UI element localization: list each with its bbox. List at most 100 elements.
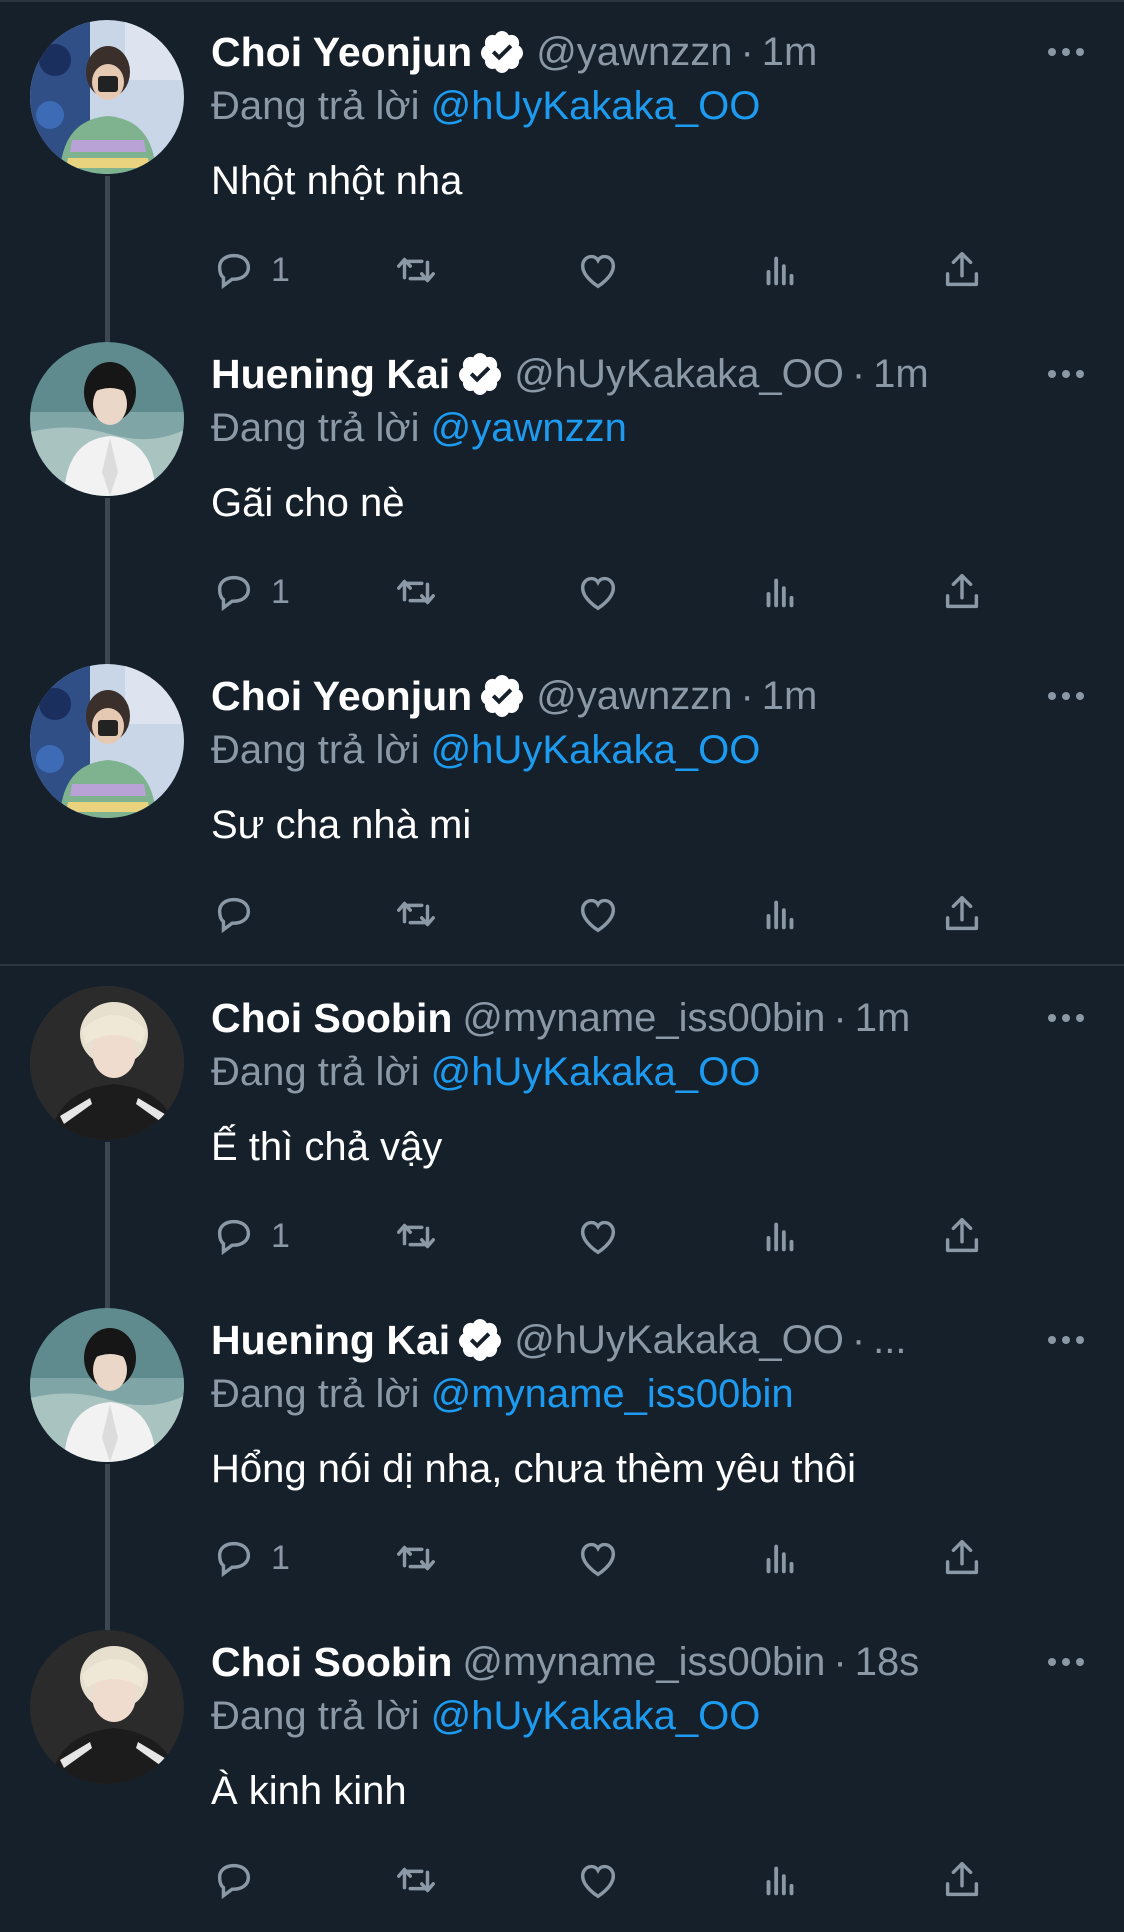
tweet-content: Huening Kai @hUyKakaka_OO · ... Đang trả…	[211, 1314, 1094, 1578]
views-button[interactable]	[757, 242, 803, 298]
author-handle[interactable]: @yawnzzn	[536, 30, 732, 75]
reply-button[interactable]: 1	[211, 242, 290, 298]
retweet-button[interactable]	[393, 1530, 439, 1586]
tweet-timestamp[interactable]: 18s	[855, 1640, 920, 1685]
reply-button[interactable]	[211, 1852, 271, 1908]
share-icon	[945, 1861, 979, 1897]
author-name[interactable]: Choi Soobin	[211, 995, 452, 1042]
more-dots-icon[interactable]	[1038, 670, 1094, 722]
avatar-yeonjun[interactable]	[30, 20, 184, 174]
share-button[interactable]	[939, 1208, 985, 1264]
views-button[interactable]	[757, 1852, 803, 1908]
retweet-button[interactable]	[393, 242, 439, 298]
tweet-timestamp[interactable]: 1m	[762, 674, 818, 719]
tweet-actions: 1	[211, 1208, 1001, 1264]
tweet-text: Sư cha nhà mi	[211, 803, 472, 847]
share-button[interactable]	[939, 1852, 985, 1908]
tweet[interactable]: Choi Yeonjun @yawnzzn · 1m Đang trả lời …	[0, 0, 1124, 344]
reply-button[interactable]	[211, 886, 271, 942]
tweet-actions: 1	[211, 1530, 1001, 1586]
author-name[interactable]: Choi Yeonjun	[211, 673, 472, 720]
retweet-button[interactable]	[393, 1852, 439, 1908]
avatar-soobin[interactable]	[30, 986, 184, 1140]
tweet-timestamp[interactable]: 1m	[855, 996, 911, 1041]
replying-to-label: Đang trả lời	[211, 1694, 420, 1738]
like-button[interactable]	[575, 564, 621, 620]
mention-link[interactable]: @hUyKakaka_OO	[431, 84, 761, 128]
like-button[interactable]	[575, 1852, 621, 1908]
more-dots-icon[interactable]	[1038, 992, 1094, 1044]
reply-button[interactable]: 1	[211, 1208, 290, 1264]
separator-dot: ·	[833, 995, 847, 1040]
mention-link[interactable]: @hUyKakaka_OO	[431, 1694, 761, 1738]
like-button[interactable]	[575, 886, 621, 942]
author-name[interactable]: Huening Kai	[211, 351, 450, 398]
tweet-timestamp[interactable]: ...	[873, 1318, 906, 1363]
thread-connector-line	[105, 1464, 110, 1632]
avatar-yeonjun[interactable]	[30, 664, 184, 818]
views-button[interactable]	[757, 1530, 803, 1586]
thread-connector-line	[105, 176, 110, 344]
author-handle[interactable]: @hUyKakaka_OO	[514, 352, 844, 397]
author-name[interactable]: Huening Kai	[211, 1317, 450, 1364]
views-button[interactable]	[757, 564, 803, 620]
retweet-button[interactable]	[393, 564, 439, 620]
share-icon	[945, 1217, 979, 1253]
tweet[interactable]: Choi Soobin @myname_iss00bin · 1m Đang t…	[0, 966, 1124, 1310]
share-button[interactable]	[939, 886, 985, 942]
share-button[interactable]	[939, 242, 985, 298]
avatar-huening-kai[interactable]	[30, 342, 184, 496]
verified-check-icon	[481, 31, 524, 73]
tweet[interactable]: Choi Yeonjun @yawnzzn · 1m Đang trả lời …	[0, 644, 1124, 966]
mention-link[interactable]: @myname_iss00bin	[431, 1372, 794, 1416]
views-button[interactable]	[757, 886, 803, 942]
author-handle[interactable]: @myname_iss00bin	[462, 996, 825, 1041]
retweet-button[interactable]	[393, 1208, 439, 1264]
share-button[interactable]	[939, 564, 985, 620]
mention-link[interactable]: @yawnzzn	[431, 406, 627, 450]
reply-count: 1	[271, 572, 290, 611]
replying-to: Đang trả lời @hUyKakaka_OO	[211, 80, 1094, 132]
tweet[interactable]: Choi Soobin @myname_iss00bin · 18s Đang …	[0, 1610, 1124, 1932]
mention-link[interactable]: @hUyKakaka_OO	[431, 728, 761, 772]
avatar-huening-kai[interactable]	[30, 1308, 184, 1462]
tweet-content: Choi Yeonjun @yawnzzn · 1m Đang trả lời …	[211, 26, 1094, 290]
verified-check-icon	[481, 675, 524, 717]
like-button[interactable]	[575, 1530, 621, 1586]
tweet-header: Huening Kai @hUyKakaka_OO · ...	[211, 1314, 1094, 1366]
tweet-timestamp[interactable]: 1m	[873, 352, 929, 397]
reply-count: 1	[271, 250, 290, 289]
retweet-button[interactable]	[393, 886, 439, 942]
analytics-icon	[766, 1866, 794, 1896]
share-button[interactable]	[939, 1530, 985, 1586]
like-button[interactable]	[575, 242, 621, 298]
views-button[interactable]	[757, 1208, 803, 1264]
author-handle[interactable]: @hUyKakaka_OO	[514, 1318, 844, 1363]
reply-button[interactable]: 1	[211, 1530, 290, 1586]
more-dots-icon[interactable]	[1038, 1314, 1094, 1366]
more-dots-icon[interactable]	[1038, 348, 1094, 400]
analytics-icon	[766, 1222, 794, 1252]
replying-to: Đang trả lời @hUyKakaka_OO	[211, 724, 1094, 776]
author-handle[interactable]: @yawnzzn	[536, 674, 732, 719]
separator-dot: ·	[851, 351, 866, 396]
separator-dot: ·	[851, 1317, 866, 1362]
author-name[interactable]: Choi Yeonjun	[211, 29, 472, 76]
speech-bubble-icon	[217, 897, 251, 934]
tweet[interactable]: Huening Kai @hUyKakaka_OO · ... Đang trả…	[0, 1288, 1124, 1632]
more-dots-icon[interactable]	[1038, 26, 1094, 78]
tweet-content: Huening Kai @hUyKakaka_OO · 1m Đang trả …	[211, 348, 1094, 612]
mention-link[interactable]: @hUyKakaka_OO	[431, 1050, 761, 1094]
heart-icon	[580, 898, 616, 933]
like-button[interactable]	[575, 1208, 621, 1264]
retweet-icon	[397, 257, 435, 283]
tweet-timestamp[interactable]: 1m	[762, 30, 818, 75]
more-dots-icon[interactable]	[1038, 1636, 1094, 1688]
author-name[interactable]: Choi Soobin	[211, 1639, 452, 1686]
author-handle[interactable]: @myname_iss00bin	[462, 1640, 825, 1685]
tweet[interactable]: Huening Kai @hUyKakaka_OO · 1m Đang trả …	[0, 322, 1124, 666]
reply-button[interactable]: 1	[211, 564, 290, 620]
retweet-icon	[397, 1867, 435, 1893]
tweet-text: Gãi cho nè	[211, 481, 405, 525]
avatar-soobin[interactable]	[30, 1630, 184, 1784]
